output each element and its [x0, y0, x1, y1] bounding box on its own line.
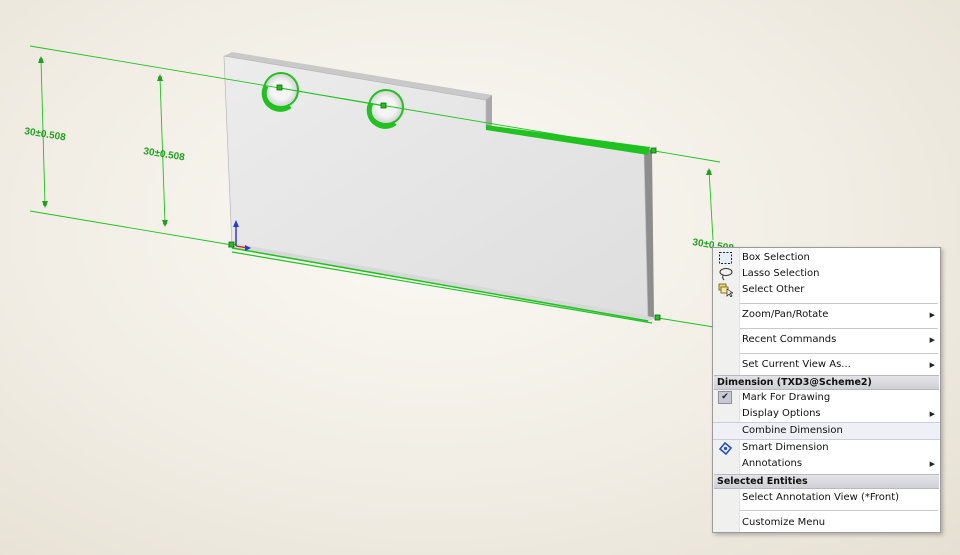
menu-item-lasso-selection[interactable]: Lasso Selection [713, 266, 940, 282]
menu-item-set-current-view[interactable]: Set Current View As... ▶ [713, 357, 940, 373]
checkmark-icon: ✔ [718, 391, 732, 404]
menu-item-annotations[interactable]: Annotations ▶ [713, 456, 940, 472]
box-selection-icon [719, 252, 732, 264]
menu-item-smart-dimension[interactable]: Smart Dimension [713, 440, 940, 456]
submenu-arrow-icon: ▶ [929, 361, 935, 369]
menu-item-select-annotation-view[interactable]: Select Annotation View (*Front) [713, 490, 940, 506]
menu-separator [740, 303, 938, 304]
menu-item-recent-commands[interactable]: Recent Commands ▶ [713, 332, 940, 348]
smart-dimension-icon [718, 441, 733, 455]
menu-item-zoom-pan-rotate[interactable]: Zoom/Pan/Rotate ▶ [713, 307, 940, 323]
submenu-arrow-icon: ▶ [929, 410, 935, 418]
dimension-left[interactable]: 30±0.508 [24, 126, 67, 143]
menu-item-select-other[interactable]: Select Other [713, 282, 940, 298]
menu-item-combine-dimension[interactable]: Combine Dimension [713, 422, 940, 440]
menu-separator [740, 328, 938, 329]
menu-item-customize-menu[interactable]: Customize Menu [713, 515, 940, 531]
menu-item-mark-for-drawing[interactable]: ✔ Mark For Drawing [713, 390, 940, 406]
submenu-arrow-icon: ▶ [929, 336, 935, 344]
menu-header-selected-entities: Selected Entities [714, 474, 939, 489]
submenu-arrow-icon: ▶ [929, 311, 935, 319]
submenu-arrow-icon: ▶ [929, 460, 935, 468]
dimension-middle[interactable]: 30±0.508 [143, 146, 186, 163]
select-other-icon [718, 283, 733, 297]
context-menu: Box Selection Lasso Selection Select Oth… [712, 247, 941, 533]
menu-item-display-options[interactable]: Display Options ▶ [713, 406, 940, 422]
menu-item-box-selection[interactable]: Box Selection [713, 250, 940, 266]
lasso-icon [719, 268, 733, 281]
menu-header-dimension: Dimension (TXD3@Scheme2) [714, 375, 939, 390]
menu-separator [740, 510, 938, 511]
menu-separator [740, 353, 938, 354]
